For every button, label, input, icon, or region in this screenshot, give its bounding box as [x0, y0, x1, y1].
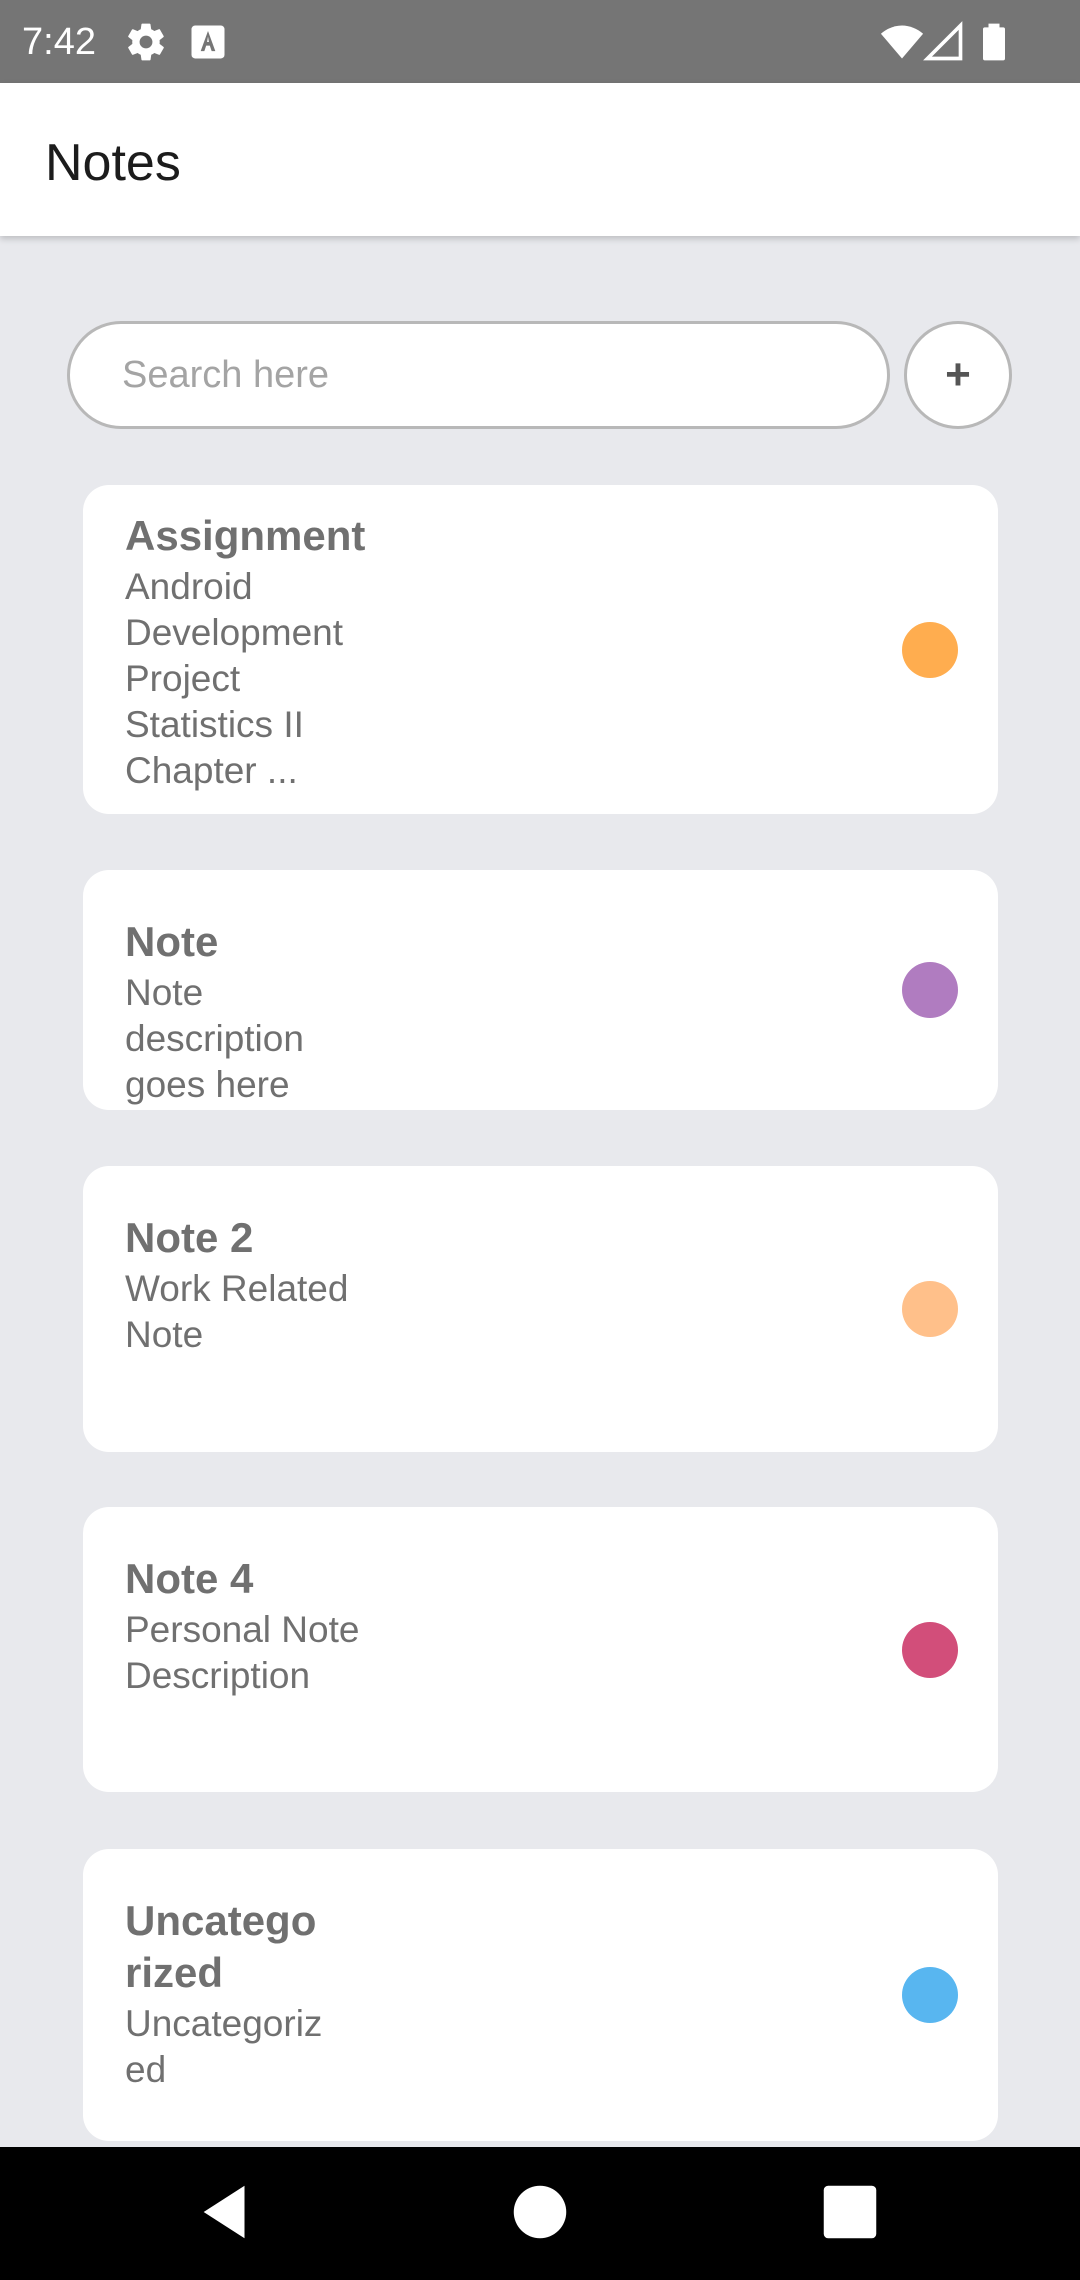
- note-card[interactable]: Uncatego rized Uncategoriz ed: [83, 1849, 998, 2141]
- note-card[interactable]: Note 2 Work Related Note: [83, 1166, 998, 1452]
- note-text: Note Note description goes here: [125, 916, 385, 1108]
- status-time: 7:42: [22, 21, 96, 63]
- note-title: Uncatego rized: [125, 1897, 317, 1996]
- wifi-icon: [880, 20, 924, 64]
- note-title: Note 4: [125, 1555, 254, 1602]
- app-bar: Notes: [0, 83, 1080, 236]
- note-text: Note 4 Personal Note Description: [125, 1553, 385, 1699]
- note-card[interactable]: Assignment Android Development Project S…: [83, 485, 998, 814]
- category-color-dot: [902, 962, 958, 1018]
- recents-icon[interactable]: [815, 2177, 885, 2247]
- signal-icon: [922, 20, 966, 64]
- search-input[interactable]: [67, 321, 890, 429]
- note-title: Note 2: [125, 1214, 254, 1261]
- status-bar: 7:42: [0, 0, 1080, 83]
- note-text: Assignment Android Development Project S…: [125, 510, 385, 794]
- add-note-button[interactable]: +: [904, 321, 1012, 429]
- battery-icon: [972, 20, 1016, 64]
- note-description: Android Development Project Statistics I…: [125, 566, 344, 791]
- note-card[interactable]: Note 4 Personal Note Description: [83, 1507, 998, 1792]
- text-a-icon: [186, 20, 230, 64]
- page-title: Notes: [45, 134, 181, 192]
- note-description: Uncategoriz ed: [125, 2003, 323, 2090]
- note-description: Personal Note Description: [125, 1609, 360, 1696]
- note-description: Work Related Note: [125, 1268, 349, 1355]
- navigation-bar: [0, 2147, 1080, 2280]
- note-card[interactable]: Note Note description goes here: [83, 870, 998, 1110]
- note-description: Note description goes here: [125, 972, 304, 1105]
- gear-icon: [124, 20, 168, 64]
- note-title: Note: [125, 918, 219, 965]
- note-title: Assignment: [125, 512, 366, 559]
- note-text: Uncatego rized Uncategoriz ed: [125, 1895, 365, 2093]
- category-color-dot: [902, 1967, 958, 2023]
- home-icon[interactable]: [505, 2177, 575, 2247]
- note-text: Note 2 Work Related Note: [125, 1212, 385, 1358]
- category-color-dot: [902, 1281, 958, 1337]
- category-color-dot: [902, 1622, 958, 1678]
- category-color-dot: [902, 622, 958, 678]
- back-icon[interactable]: [192, 2177, 262, 2247]
